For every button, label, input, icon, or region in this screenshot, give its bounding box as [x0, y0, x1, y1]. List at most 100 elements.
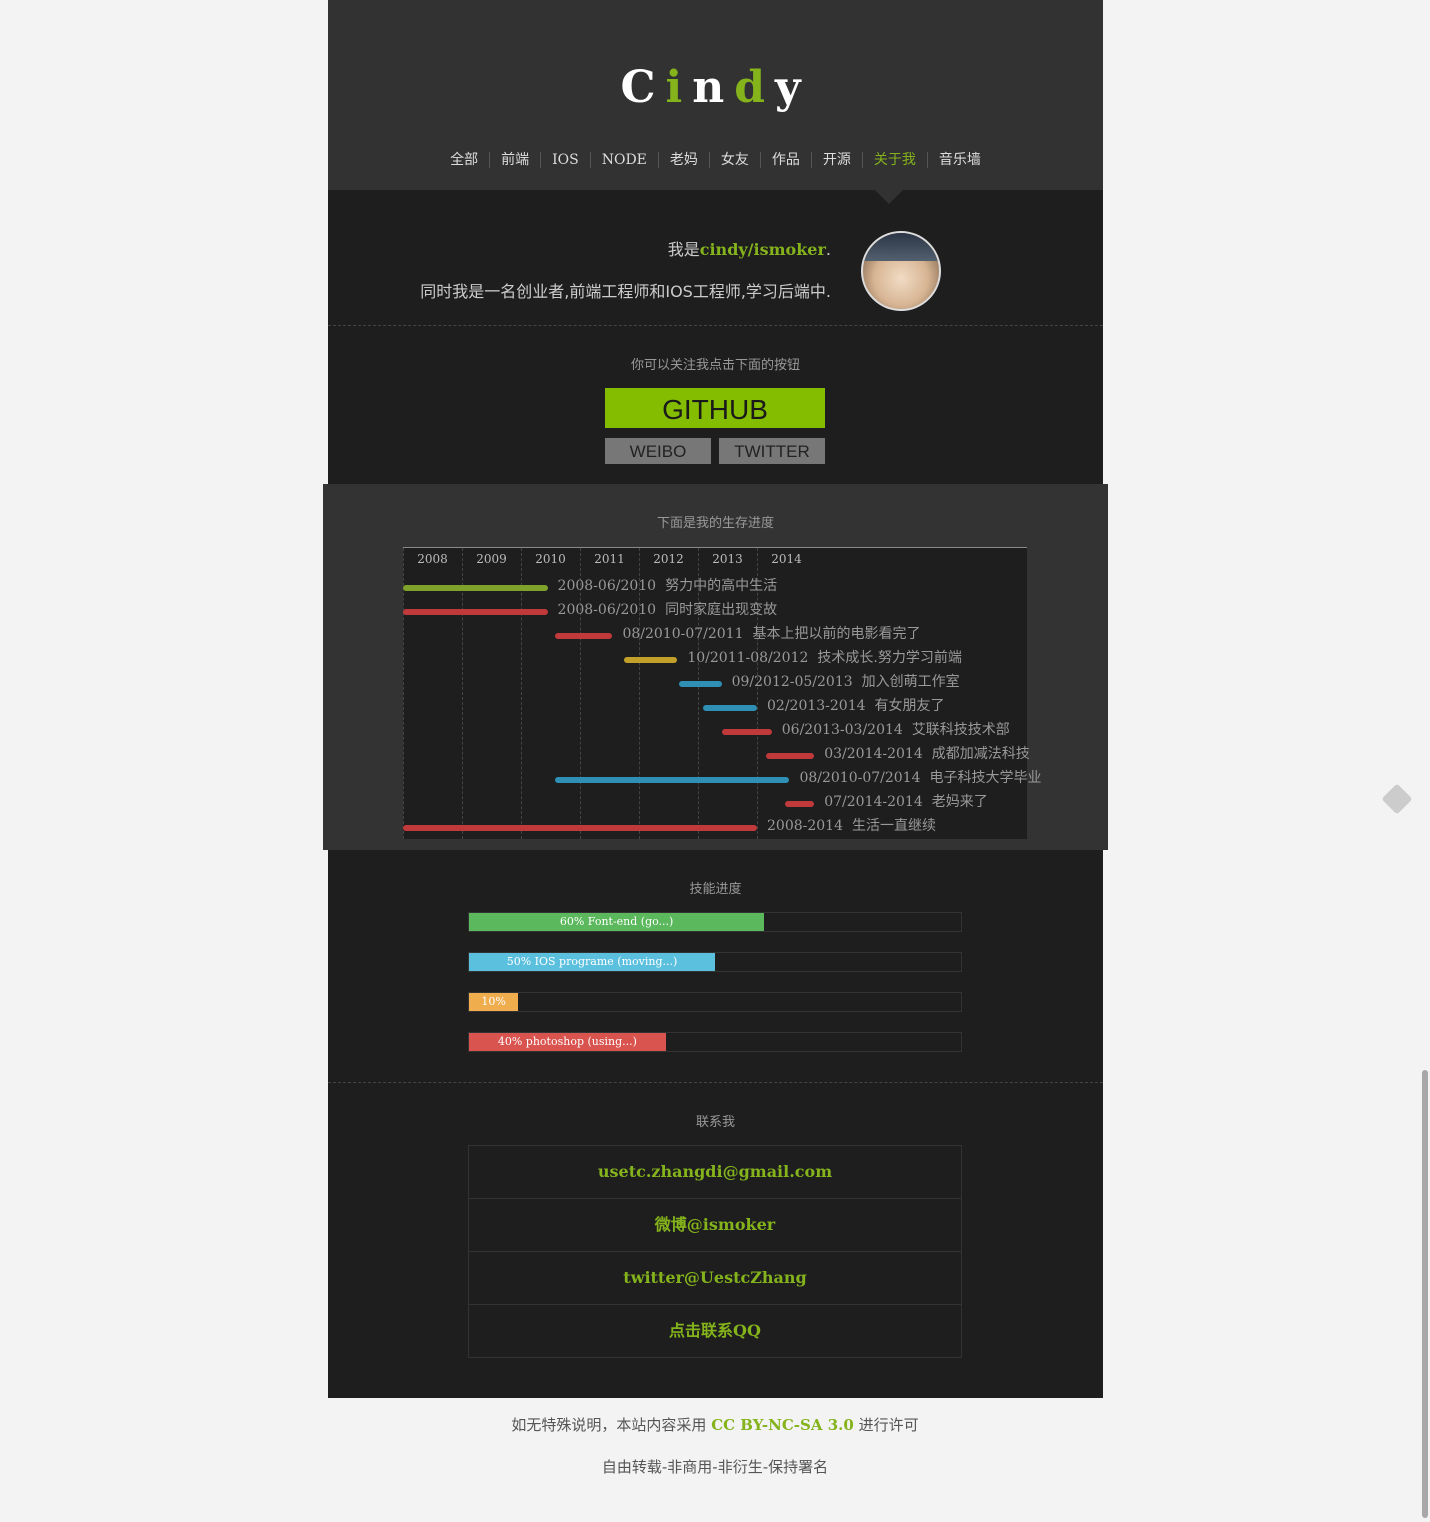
- twitter-button[interactable]: TWITTER: [719, 438, 825, 464]
- logo-letter: i: [665, 62, 693, 113]
- event-range: 02/2013-2014: [767, 698, 866, 714]
- timeline-bar: [403, 825, 757, 831]
- event-range: 07/2014-2014: [824, 794, 923, 810]
- timeline-title: 下面是我的生存进度: [656, 516, 774, 531]
- contact-email-link[interactable]: usetc.zhangdi@gmail.com: [469, 1146, 961, 1198]
- scrollbar[interactable]: [1422, 1070, 1428, 1518]
- site-logo[interactable]: Cindy: [328, 62, 1103, 113]
- year-label: 2009: [476, 552, 507, 566]
- year-label: 2008: [417, 552, 448, 566]
- footer-text: 进行许可: [858, 1416, 919, 1434]
- main-nav: 全部 前端 IOS NODE 老妈 女友 作品 开源 关于我 音乐墙: [428, 152, 1003, 168]
- follow-section: 你可以关注我点击下面的按钮 GITHUB WEIBO TWITTER: [328, 326, 1103, 484]
- year-gridline: [521, 548, 522, 839]
- intro-line1: 我是cindy/ismoker.: [668, 236, 831, 260]
- contact-title: 联系我: [695, 1115, 735, 1130]
- nav-item-mom[interactable]: 老妈: [657, 152, 709, 168]
- timeline-section: 下面是我的生存进度 2008 2009 2010 2011 2012 2013 2014 20…: [323, 484, 1108, 850]
- logo-letter: d: [734, 62, 775, 113]
- intro-line2: 同时我是一名创业者,前端工程师和IOS工程师,学习后端中.: [420, 282, 831, 301]
- year-label: 2014: [771, 552, 802, 566]
- license-link[interactable]: CC BY-NC-SA 3.0: [711, 1416, 854, 1434]
- event-range: 08/2010-07/2011: [622, 626, 744, 642]
- contact-section: 联系我 usetc.zhangdi@gmail.com 微博@ismoker t…: [328, 1083, 1103, 1398]
- logo-letter: C: [620, 62, 666, 113]
- timeline-event-label: 2008-06/2010 努力中的高中生活: [558, 575, 778, 595]
- timeline-event-label: 08/2010-07/2011 基本上把以前的电影看完了: [622, 623, 920, 643]
- skill-progress-fill: 10%: [469, 993, 519, 1011]
- event-text: 技术成长.努力学习前端: [817, 650, 962, 666]
- year-label: 2010: [535, 552, 566, 566]
- timeline-event-label: 08/2010-07/2014 电子科技大学毕业: [799, 767, 1041, 787]
- nav-item-about[interactable]: 关于我: [861, 152, 927, 168]
- intro-name[interactable]: cindy/ismoker: [700, 240, 826, 259]
- timeline-bar: [555, 777, 790, 783]
- year-label: 2013: [712, 552, 743, 566]
- intro-suffix: .: [825, 240, 831, 259]
- skill-progress: 50% IOS programe (moving...): [468, 952, 962, 972]
- event-range: 03/2014-2014: [824, 746, 923, 762]
- nav-item-all[interactable]: 全部: [439, 152, 489, 168]
- event-text: 生活一直继续: [852, 818, 936, 834]
- timeline-event-label: 2008-06/2010 同时家庭出现变故: [558, 599, 778, 619]
- timeline-bar: [721, 729, 772, 735]
- github-button[interactable]: GITHUB: [605, 388, 825, 428]
- timeline-chart: 2008 2009 2010 2011 2012 2013 2014 2008-06/2010…: [403, 547, 1042, 839]
- timeline-event-label: 06/2013-03/2014 艾联科技技术部: [782, 719, 1010, 739]
- event-text: 基本上把以前的电影看完了: [752, 626, 921, 642]
- skill-progress-fill: 40% photoshop (using...): [469, 1033, 666, 1051]
- event-range: 2008-2014: [767, 818, 843, 834]
- event-range: 08/2010-07/2014: [799, 770, 921, 786]
- event-range: 2008-06/2010: [557, 578, 657, 594]
- nav-item-girlfriend[interactable]: 女友: [708, 152, 760, 168]
- event-text: 同时家庭出现变故: [665, 602, 778, 618]
- nav-item-node[interactable]: NODE: [589, 152, 658, 168]
- intro-section: 我是cindy/ismoker. 同时我是一名创业者,前端工程师和IOS工程师,…: [328, 190, 1103, 326]
- event-text: 加入创萌工作室: [861, 674, 960, 690]
- event-text: 努力中的高中生活: [665, 578, 778, 594]
- skill-progress: 40% photoshop (using...): [468, 1032, 962, 1052]
- contact-qq-link[interactable]: 点击联系QQ: [469, 1304, 961, 1357]
- timeline-bar: [624, 657, 678, 663]
- event-range: 10/2011-08/2012: [687, 650, 809, 666]
- logo-letter: y: [774, 62, 811, 113]
- event-text: 电子科技大学毕业: [929, 770, 1042, 786]
- nav-item-music[interactable]: 音乐墙: [926, 152, 992, 168]
- skills-section: 技能进度 60% Font-end (go...) 50% IOS progra…: [328, 850, 1103, 1083]
- timeline-bar: [678, 681, 722, 687]
- event-range: 09/2012-05/2013: [731, 674, 853, 690]
- timeline-event-label: 2008-2014 生活一直继续: [767, 815, 936, 835]
- year-gridline: [462, 548, 463, 839]
- skill-progress-fill: 60% Font-end (go...): [469, 913, 765, 931]
- timeline-event-label: 10/2011-08/2012 技术成长.努力学习前端: [687, 647, 962, 667]
- year-label: 2011: [594, 552, 625, 566]
- nav-item-opensource[interactable]: 开源: [810, 152, 862, 168]
- event-text: 艾联科技技术部: [911, 722, 1010, 738]
- nav-item-frontend[interactable]: 前端: [489, 152, 540, 168]
- nav-item-works[interactable]: 作品: [759, 152, 811, 168]
- event-text: 成都加减法科技: [931, 746, 1030, 762]
- contact-weibo-link[interactable]: 微博@ismoker: [469, 1198, 961, 1251]
- timeline-event-label: 09/2012-05/2013 加入创萌工作室: [732, 671, 960, 691]
- contact-twitter-link[interactable]: twitter@UestcZhang: [469, 1251, 961, 1304]
- footer-license: 如无特殊说明，本站内容采用 CC BY-NC-SA 3.0 进行许可: [0, 1414, 1430, 1435]
- nav-item-ios[interactable]: IOS: [540, 152, 590, 168]
- timeline-event-label: 07/2014-2014 老妈来了: [824, 791, 988, 811]
- contact-list: usetc.zhangdi@gmail.com 微博@ismoker twitt…: [468, 1145, 962, 1358]
- feed-icon[interactable]: [1381, 783, 1413, 815]
- footer-text: 如无特殊说明，本站内容采用: [511, 1416, 707, 1434]
- event-text: 有女朋友了: [874, 698, 945, 714]
- weibo-button[interactable]: WEIBO: [605, 438, 711, 464]
- site-header: Cindy 全部 前端 IOS NODE 老妈 女友 作品 开源 关于我 音乐墙: [328, 0, 1103, 190]
- timeline-bar: [702, 705, 757, 711]
- nav-active-arrow: [875, 190, 903, 204]
- skill-progress: 60% Font-end (go...): [468, 912, 962, 932]
- timeline-bar: [403, 585, 548, 591]
- follow-title: 你可以关注我点击下面的按钮: [630, 358, 800, 373]
- timeline-event-label: 03/2014-2014 成都加减法科技: [824, 743, 1030, 763]
- timeline-bar: [403, 609, 548, 615]
- event-range: 06/2013-03/2014: [781, 722, 903, 738]
- skill-progress: 10%: [468, 992, 962, 1012]
- skill-progress-fill: 50% IOS programe (moving...): [469, 953, 715, 971]
- event-range: 2008-06/2010: [557, 602, 657, 618]
